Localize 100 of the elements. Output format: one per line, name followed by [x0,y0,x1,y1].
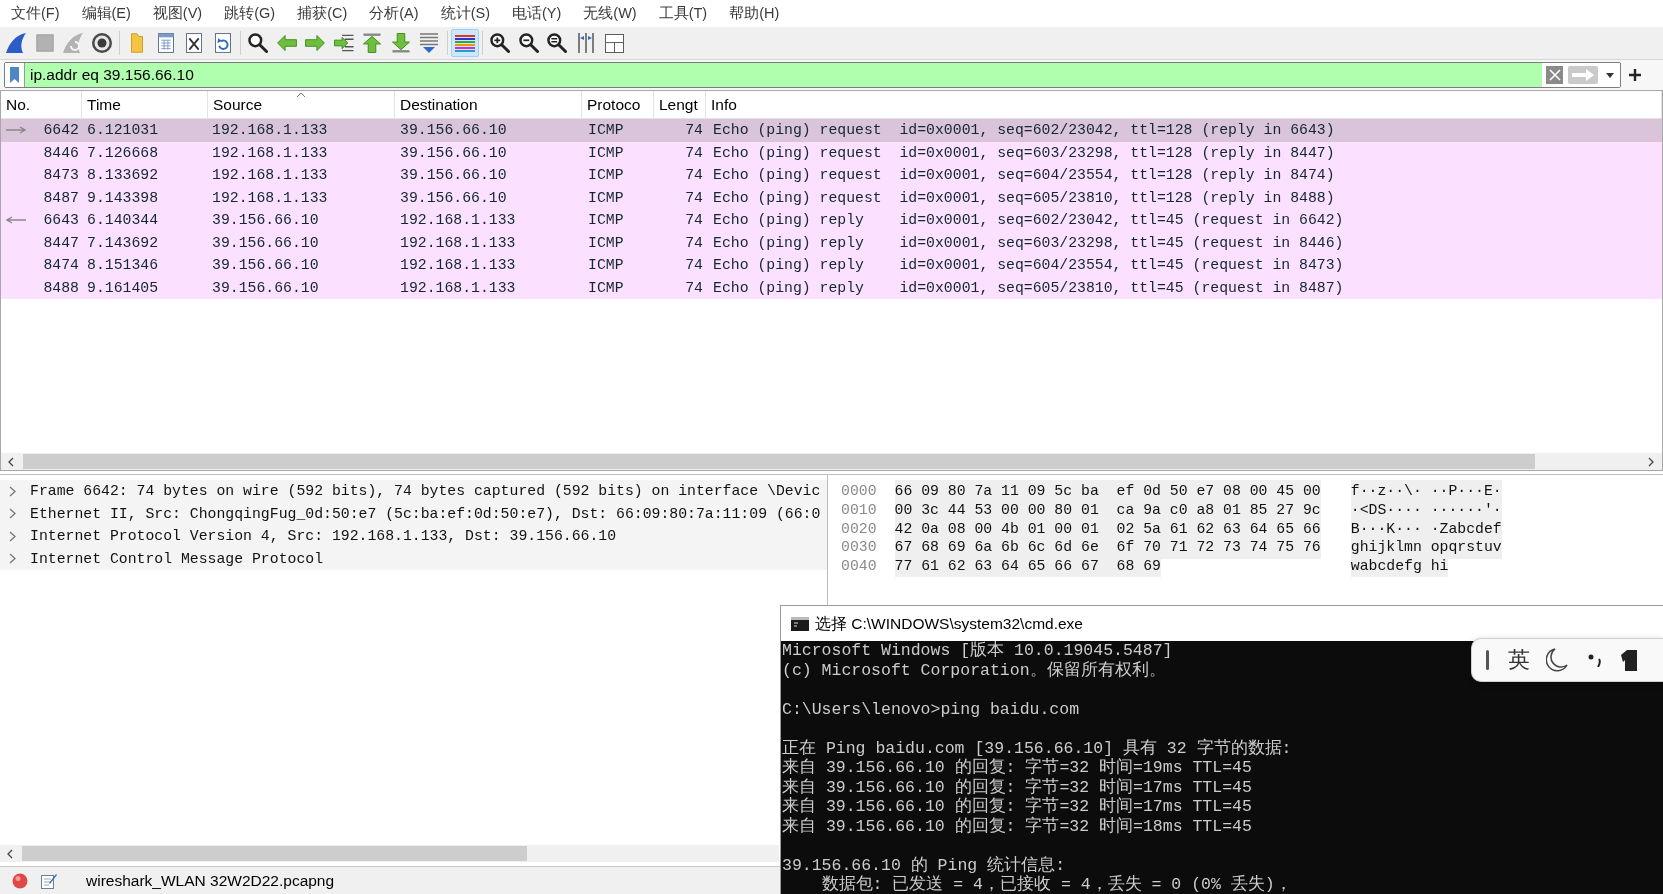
column-header[interactable]: Source [213,92,263,117]
menu-item[interactable]: 电话(Y) [500,0,573,27]
packet-row[interactable]: 6643 6.140344 39.156.66.10 192.168.1.133 ICMP 74 Echo (ping) reply id=0x0001, seq=602/23042, ttl=45 (request in 6642) [1,209,1662,232]
packet-number: 6643 [43,211,79,231]
column-header[interactable]: Time [87,92,121,117]
console-icon [791,616,809,631]
status-dot-icon[interactable] [12,872,28,889]
shirt-icon[interactable] [1621,649,1637,671]
column-header[interactable]: Lengt [659,92,698,117]
close-icon [1548,69,1561,81]
console-line: 正在 Ping baidu.com [39.156.66.10] 具有 32 字节的数据: [782,738,1292,758]
capture-file-name: wireshark_WLAN 32W2D22.pcapng [86,870,335,891]
protocol-name: ICMP [588,166,624,186]
chevron-right-icon[interactable] [9,485,16,497]
tree-row[interactable]: Internet Control Message Protocol [0,547,827,570]
toolbar-button[interactable] [450,29,479,57]
filter-field[interactable]: ip.addr eq 39.156.66.10 [25,63,1542,87]
destination-address: 39.156.66.10 [400,143,507,163]
menu-item[interactable]: 编辑(E) [70,0,142,27]
menu-item[interactable]: 文件(F) [0,0,71,27]
scroll-left-icon[interactable] [7,848,13,859]
packet-length: 74 [685,166,703,186]
column-header[interactable]: Info [711,92,737,117]
packet-row[interactable]: 8446 7.126668 192.168.1.133 39.156.66.10 ICMP 74 Echo (ping) request id=0x0001, seq=603/23298, ttl=128 (reply in 8447) [1,141,1662,164]
packet-length: 74 [685,188,703,208]
punctuation-icon[interactable] [1588,653,1602,667]
lines-down-triangle-icon [420,33,439,53]
grip-icon[interactable] [1486,650,1489,670]
chevron-right-icon[interactable] [9,508,16,520]
destination-address: 192.168.1.133 [400,233,516,253]
menu-item[interactable]: 工具(T) [647,0,719,27]
menu-item[interactable]: 无线(W) [572,0,648,27]
destination-address: 39.156.66.10 [400,121,507,141]
console-line: C:\Users\lenovo>ping baidu.com [782,699,1080,719]
source-address: 39.156.66.10 [212,256,319,276]
packet-number: 8488 [43,278,79,298]
arrow-right-icon [1572,69,1594,81]
console-line: (c) Microsoft Corporation。保留所有权利。 [782,660,1166,680]
protocol-name: ICMP [588,188,624,208]
packet-time: 7.143692 [87,233,159,253]
packet-length: 74 [685,278,703,298]
destination-address: 39.156.66.10 [400,166,507,186]
chevron-right-icon[interactable] [9,530,16,542]
packet-info: Echo (ping) request id=0x0001, seq=602/23042, ttl=128 (reply in 6643) [713,121,1335,141]
scrollbar-thumb[interactable] [22,846,527,861]
packet-row[interactable]: 8488 9.161405 39.156.66.10 192.168.1.133 ICMP 74 Echo (ping) reply id=0x0001, seq=605/23810, ttl=45 (request in 8487) [1,276,1662,299]
caret-down-icon[interactable] [1606,72,1614,78]
shark-fin-icon [6,33,27,53]
column-header[interactable]: No. [6,92,31,117]
packet-row[interactable]: 6642 6.121031 192.168.1.133 39.156.66.10 ICMP 74 Echo (ping) request id=0x0001, seq=602/23042, ttl=128 (reply in 6643) [1,119,1662,142]
packet-info: Echo (ping) reply id=0x0001, seq=605/23810, ttl=45 (request in 8487) [713,278,1344,298]
horizontal-scrollbar[interactable] [0,845,779,862]
tree-row[interactable]: Ethernet II, Src: ChongqingFug_0d:50:e7 (5c:ba:ef:0d:50:e7), Dst: 66:09:80:7a:11:09 (66:0 [0,502,827,525]
menu-item[interactable]: 帮助(H) [718,0,791,27]
byte-offset: 0040 [841,557,877,576]
arrow-right-icon [305,35,326,51]
packet-row[interactable]: 8487 9.143398 192.168.1.133 39.156.66.10 ICMP 74 Echo (ping) request id=0x0001, seq=605/23810, ttl=128 (reply in 8488) [1,186,1662,209]
edit-note-icon[interactable] [41,872,57,889]
protocol-name: ICMP [588,233,624,253]
bookmark-button[interactable] [5,63,25,87]
menu-item[interactable]: 分析(A) [358,0,430,27]
plus-icon[interactable] [1629,69,1641,81]
packet-length: 74 [685,233,703,253]
packet-length: 74 [685,211,703,231]
restart-icon [63,33,84,53]
zoom-in-icon [490,33,511,53]
packet-number: 8446 [43,143,79,163]
arrow-up-bar-icon [363,33,382,53]
packet-time: 8.151346 [87,256,159,276]
packet-row[interactable]: 8447 7.143692 39.156.66.10 192.168.1.133 ICMP 74 Echo (ping) reply id=0x0001, seq=603/23298, ttl=45 (request in 8446) [1,231,1662,254]
packet-row[interactable]: 8473 8.133692 192.168.1.133 39.156.66.10 ICMP 74 Echo (ping) request id=0x0001, seq=604/23554, ttl=128 (reply in 8474) [1,164,1662,187]
moon-icon[interactable] [1546,648,1568,672]
scroll-left-icon[interactable] [8,456,14,467]
horizontal-scrollbar[interactable] [1,453,1662,470]
packet-time: 6.121031 [87,121,159,141]
arrow-lines-icon [333,34,354,52]
protocol-name: ICMP [588,121,624,141]
chevron-right-icon[interactable] [9,553,16,565]
column-header[interactable]: Protoco [587,92,641,117]
menu-item[interactable]: 统计(S) [429,0,501,27]
packet-length: 74 [685,143,703,163]
input-mode-toggle[interactable]: 英 [1508,647,1530,673]
console-line: 39.156.66.10 的 Ping 统计信息: [782,855,1066,875]
column-header[interactable]: Destination [400,92,478,117]
scroll-right-icon[interactable] [1648,456,1654,467]
zoom-out-icon [518,33,539,53]
menu-item[interactable]: 视图(V) [141,0,214,27]
tree-row[interactable]: Frame 6642: 74 bytes on wire (592 bits), 74 bytes captured (592 bits) on interface \Devic [0,480,827,503]
byte-offset: 0030 [841,538,877,558]
packet-row[interactable]: 8474 8.151346 39.156.66.10 192.168.1.133 ICMP 74 Echo (ping) reply id=0x0001, seq=604/23554, ttl=45 (request in 8473) [1,254,1662,277]
menu-item[interactable]: 跳转(G) [213,0,287,27]
destination-address: 39.156.66.10 [400,188,507,208]
packet-length: 74 [685,256,703,276]
clear-button[interactable] [1546,66,1563,84]
tree-row[interactable]: Internet Protocol Version 4, Src: 192.168.1.133, Dst: 39.156.66.10 [0,525,827,548]
console-line: 来自 39.156.66.10 的回复: 字节=32 时间=17ms TTL=45 [782,797,1252,816]
document-grid-icon [157,33,174,53]
scrollbar-thumb[interactable] [23,454,1535,469]
tree-item-label: Internet Protocol Version 4, Src: 192.168.1.133, Dst: 39.156.66.10 [30,527,617,547]
menu-item[interactable]: 捕获(C) [286,0,359,27]
